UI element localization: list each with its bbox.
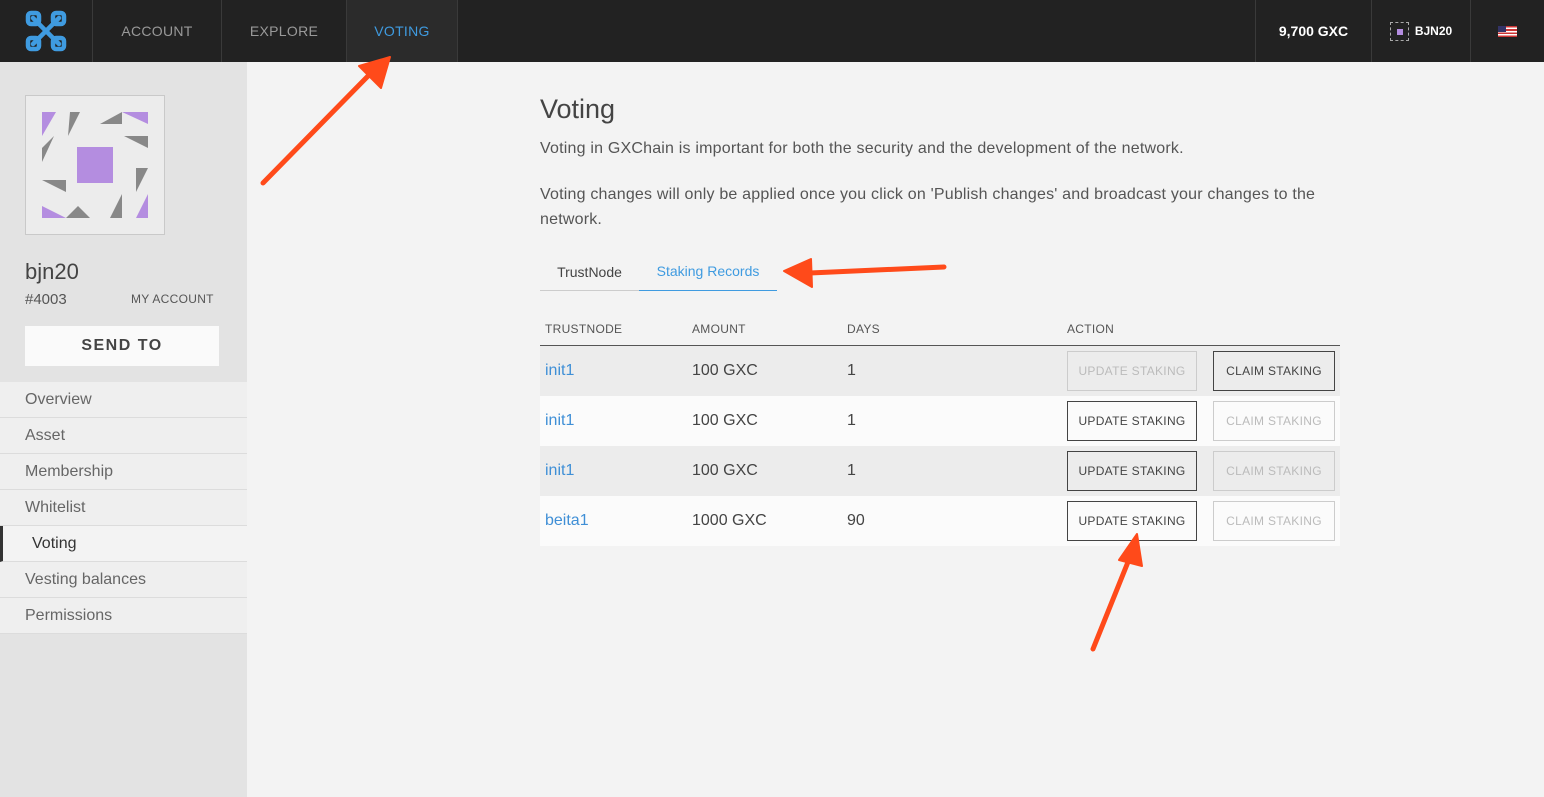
days-cell: 1 [847,412,856,429]
sidebar-menu: Overview Asset Membership Whitelist Voti… [0,382,247,634]
claim-staking-button[interactable]: CLAIM STAKING [1213,351,1335,391]
trustnode-link[interactable]: init1 [545,412,574,429]
account-name: bjn20 [25,259,79,284]
trustnode-link[interactable]: init1 [545,362,574,379]
update-staking-button[interactable]: UPDATE STAKING [1067,401,1197,441]
update-staking-button[interactable]: UPDATE STAKING [1067,351,1197,391]
tab-trustnode[interactable]: TrustNode [540,252,639,291]
days-cell: 1 [847,362,856,379]
amount-cell: 1000 GXC [692,512,767,529]
column-header-days: DAYS [847,321,880,336]
table-header: TRUSTNODE AMOUNT DAYS ACTION [540,312,1340,346]
language-selector[interactable] [1470,0,1544,62]
sidebar-item-voting[interactable]: Voting [0,526,247,562]
sidebar-item-overview[interactable]: Overview [0,382,247,418]
sidebar-item-vesting-balances[interactable]: Vesting balances [0,562,247,598]
action-cell: UPDATE STAKING CLAIM STAKING [1062,401,1335,441]
trustnode-link[interactable]: beita1 [545,512,589,529]
update-staking-button[interactable]: UPDATE STAKING [1067,501,1197,541]
account-avatar [25,95,165,235]
update-staking-button[interactable]: UPDATE STAKING [1067,451,1197,491]
nav-tab-explore[interactable]: EXPLORE [222,0,347,62]
action-cell: UPDATE STAKING CLAIM STAKING [1062,451,1335,491]
action-cell: UPDATE STAKING CLAIM STAKING [1062,351,1335,391]
nav-tab-account[interactable]: ACCOUNT [93,0,222,62]
claim-staking-button[interactable]: CLAIM STAKING [1213,451,1335,491]
send-to-button[interactable]: SEND TO [25,326,219,366]
sidebar-item-membership[interactable]: Membership [0,454,247,490]
user-menu[interactable]: BJN20 [1371,0,1470,62]
sidebar-item-permissions[interactable]: Permissions [0,598,247,634]
account-sidebar: bjn20 #4003 MY ACCOUNT SEND TO Overview … [0,62,247,797]
arrow-to-staking-records-icon [783,258,947,288]
top-nav-bar: ACCOUNT EXPLORE VOTING 9,700 GXC BJN20 [0,0,1544,62]
column-header-amount: AMOUNT [692,321,746,336]
table-row: init1 100 GXC 1 UPDATE STAKING CLAIM STA… [540,446,1340,496]
sidebar-item-whitelist[interactable]: Whitelist [0,490,247,526]
arrow-to-voting-tab-icon [260,56,391,186]
gxchain-logo-icon[interactable] [0,0,93,62]
claim-staking-button[interactable]: CLAIM STAKING [1213,401,1335,441]
nav-tab-voting[interactable]: VOTING [347,0,458,62]
sidebar-item-asset[interactable]: Asset [0,418,247,454]
user-name: BJN20 [1414,24,1453,38]
column-header-trustnode: TRUSTNODE [545,321,623,336]
table-row: beita1 1000 GXC 90 UPDATE STAKING CLAIM … [540,496,1340,546]
action-cell: UPDATE STAKING CLAIM STAKING [1062,501,1335,541]
amount-cell: 100 GXC [692,462,758,479]
staking-records-table: TRUSTNODE AMOUNT DAYS ACTION init1 100 G… [540,312,1340,546]
us-flag-icon [1498,25,1517,37]
balance-display[interactable]: 9,700 GXC [1255,0,1371,62]
voting-description: Voting in GXChain is important for both … [540,140,1184,157]
voting-subtabs: TrustNode Staking Records [540,252,777,291]
days-cell: 1 [847,462,856,479]
page-title: Voting [540,94,616,124]
account-id: #4003 [25,291,67,308]
table-row: init1 100 GXC 1 UPDATE STAKING CLAIM STA… [540,346,1340,396]
amount-cell: 100 GXC [692,362,758,379]
claim-staking-button[interactable]: CLAIM STAKING [1213,501,1335,541]
voting-changes-note: Voting changes will only be applied once… [540,186,1316,228]
my-account-link[interactable]: MY ACCOUNT [131,292,214,306]
arrow-to-update-staking-icon [1090,533,1143,652]
amount-cell: 100 GXC [692,412,758,429]
table-row: init1 100 GXC 1 UPDATE STAKING CLAIM STA… [540,396,1340,446]
column-header-action: ACTION [1067,321,1115,336]
trustnode-link[interactable]: init1 [545,462,574,479]
days-cell: 90 [847,512,865,529]
tab-staking-records[interactable]: Staking Records [639,252,777,291]
user-avatar-icon [1389,21,1409,41]
